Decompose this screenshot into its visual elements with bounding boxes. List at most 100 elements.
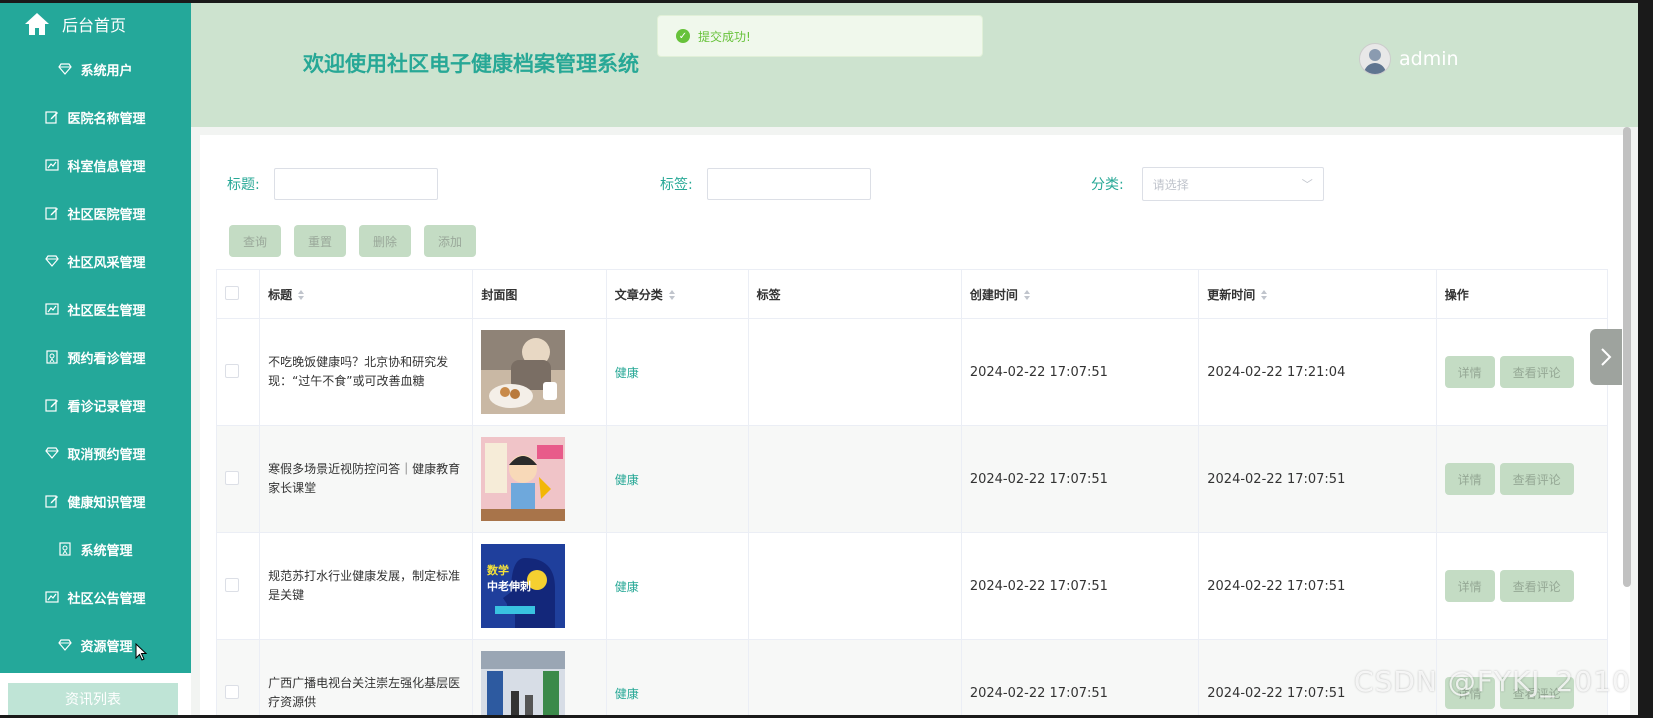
toast-message: 提交成功!: [698, 29, 751, 44]
category-cell: 健康: [605, 318, 749, 426]
select-all-checkbox[interactable]: [225, 285, 239, 300]
sidebar-sub-item-news-list[interactable]: 资讯列表: [8, 683, 178, 715]
article-title: 规范苏打水行业健康发展，制定标准是关键: [268, 569, 461, 602]
column-cover: 封面图: [472, 269, 607, 319]
tags-cell: [747, 425, 962, 533]
tags-cell: [747, 639, 962, 715]
check-circle-icon: ✓: [676, 29, 690, 43]
sort-icon[interactable]: [1261, 290, 1268, 300]
sidebar-item-label: 资源管理: [80, 639, 133, 655]
sidebar-item-4[interactable]: 社区风采管理: [0, 237, 191, 285]
category-cell: 健康: [605, 639, 749, 715]
column-category-label: 文章分类: [614, 287, 663, 302]
detail-button[interactable]: 详情: [1444, 463, 1495, 495]
updated-cell: 2024-02-22 17:07:51: [1198, 425, 1437, 533]
chevron-right-icon: [1601, 348, 1612, 366]
page-title: 欢迎使用社区电子健康档案管理系统: [303, 52, 639, 76]
category-filter: 分类: 请选择 ﹀: [1091, 167, 1324, 201]
column-created[interactable]: 创建时间: [960, 269, 1200, 319]
category-select[interactable]: 请选择 ﹀: [1141, 167, 1324, 201]
reset-button[interactable]: 重置: [294, 225, 346, 257]
column-title[interactable]: 标题: [259, 269, 474, 319]
sidebar-item-10[interactable]: 系统管理: [0, 525, 191, 573]
cover-image[interactable]: 数学 中老伸刺: [481, 544, 597, 628]
title-input[interactable]: [273, 168, 438, 200]
title-filter: 标题:: [227, 167, 438, 201]
sidebar-item-11[interactable]: 社区公告管理: [0, 573, 191, 621]
table-row[interactable]: 规范苏打水行业健康发展，制定标准是关键 数学 中老伸刺 健康 2024-02-22 17…: [215, 532, 1609, 640]
detail-button[interactable]: 详情: [1444, 570, 1495, 602]
add-button[interactable]: 添加: [424, 225, 476, 257]
sidebar-item-3[interactable]: 社区医院管理: [0, 189, 191, 237]
sidebar-item-1[interactable]: 医院名称管理: [0, 93, 191, 141]
row-select-cell: [215, 425, 261, 533]
category-cell: 健康: [605, 425, 749, 533]
tag-input[interactable]: [706, 168, 871, 200]
sidebar-item-0[interactable]: 系统用户: [0, 45, 191, 93]
sidebar-item-6[interactable]: 预约看诊管理: [0, 333, 191, 381]
edit-icon: [45, 206, 59, 220]
diamond-icon: [45, 446, 60, 460]
table-row[interactable]: 寒假多场景近视防控问答｜健康教育家长课堂 健康 2024-02-22 17:07:5…: [215, 425, 1609, 533]
username: admin: [1399, 48, 1459, 70]
watermark: CSDN @FYKJ_2010: [1354, 665, 1631, 698]
sort-icon[interactable]: [298, 290, 305, 300]
row-checkbox[interactable]: [225, 363, 239, 378]
sidebar-item-label: 健康知识管理: [67, 495, 146, 511]
tag-filter: 标签:: [660, 167, 871, 201]
actions-cell: 详情 查看评论: [1435, 532, 1609, 640]
sidebar-item-5[interactable]: 社区医生管理: [0, 285, 191, 333]
query-button[interactable]: 查询: [229, 225, 281, 257]
sidebar-item-7[interactable]: 看诊记录管理: [0, 381, 191, 429]
scroll-right-button[interactable]: [1590, 329, 1622, 385]
row-checkbox[interactable]: [225, 684, 239, 699]
sidebar-item-12[interactable]: 资源管理: [0, 621, 191, 669]
home-icon: [24, 12, 50, 36]
sidebar: 后台首页 系统用户 医院名称管理科室信息管理社区医院管理 社区风采管理 社区医生管理预…: [0, 3, 191, 715]
title-cell: 寒假多场景近视防控问答｜健康教育家长课堂: [259, 425, 474, 533]
column-actions: 操作: [1435, 269, 1609, 319]
articles-table: 标题 封面图 文章分类 标签 创建时间 更新时间 操作 不吃晚饭健康吗？北京协和…: [215, 269, 1609, 715]
row-select-cell: [215, 532, 261, 640]
view-comments-button[interactable]: 查看评论: [1499, 570, 1574, 602]
vertical-scrollbar[interactable]: [1623, 127, 1631, 587]
table-row[interactable]: 不吃晚饭健康吗？北京协和研究发现：“过午不食”或可改善血糖 健康 2024-02-2…: [215, 318, 1609, 426]
sidebar-item-label: 社区公告管理: [67, 591, 146, 607]
sidebar-item-2[interactable]: 科室信息管理: [0, 141, 191, 189]
sort-icon[interactable]: [668, 290, 676, 300]
category-filter-label: 分类:: [1091, 177, 1124, 193]
user-menu[interactable]: admin: [1359, 43, 1459, 75]
title-cell: 规范苏打水行业健康发展，制定标准是关键: [259, 532, 474, 640]
sort-icon[interactable]: [1023, 290, 1031, 300]
column-updated[interactable]: 更新时间: [1198, 269, 1437, 319]
row-checkbox[interactable]: [225, 577, 239, 592]
column-category[interactable]: 文章分类: [605, 269, 749, 319]
actions-cell: 详情 查看评论: [1435, 318, 1609, 426]
view-comments-button[interactable]: 查看评论: [1499, 463, 1574, 495]
cover-image[interactable]: [481, 651, 597, 715]
detail-button[interactable]: 详情: [1444, 356, 1495, 388]
cover-image[interactable]: [481, 437, 597, 521]
row-checkbox[interactable]: [225, 470, 239, 485]
column-created-label: 创建时间: [969, 287, 1018, 302]
created-cell: 2024-02-22 17:07:51: [960, 425, 1200, 533]
cover-cell: [472, 318, 607, 426]
sidebar-item-8[interactable]: 取消预约管理: [0, 429, 191, 477]
sidebar-item-9[interactable]: 健康知识管理: [0, 477, 191, 525]
sidebar-item-label: 预约看诊管理: [67, 351, 146, 367]
svg-text:中老伸刺: 中老伸刺: [487, 579, 531, 593]
action-bar: 查询 重置 删除 添加: [229, 225, 489, 257]
delete-button[interactable]: 删除: [359, 225, 411, 257]
badge-icon: [45, 350, 59, 364]
view-comments-button[interactable]: 查看评论: [1499, 356, 1574, 388]
created-cell: 2024-02-22 17:07:51: [960, 318, 1200, 426]
category-cell: 健康: [605, 532, 749, 640]
chevron-down-icon: ﹀: [1301, 178, 1313, 191]
cover-image[interactable]: [481, 330, 597, 414]
diamond-icon: [58, 62, 73, 76]
success-toast: ✓ 提交成功!: [657, 15, 983, 57]
sidebar-home[interactable]: 后台首页: [0, 3, 191, 45]
sidebar-item-label: 科室信息管理: [67, 159, 146, 175]
diamond-icon: [45, 254, 60, 268]
chart-icon: [45, 158, 60, 172]
